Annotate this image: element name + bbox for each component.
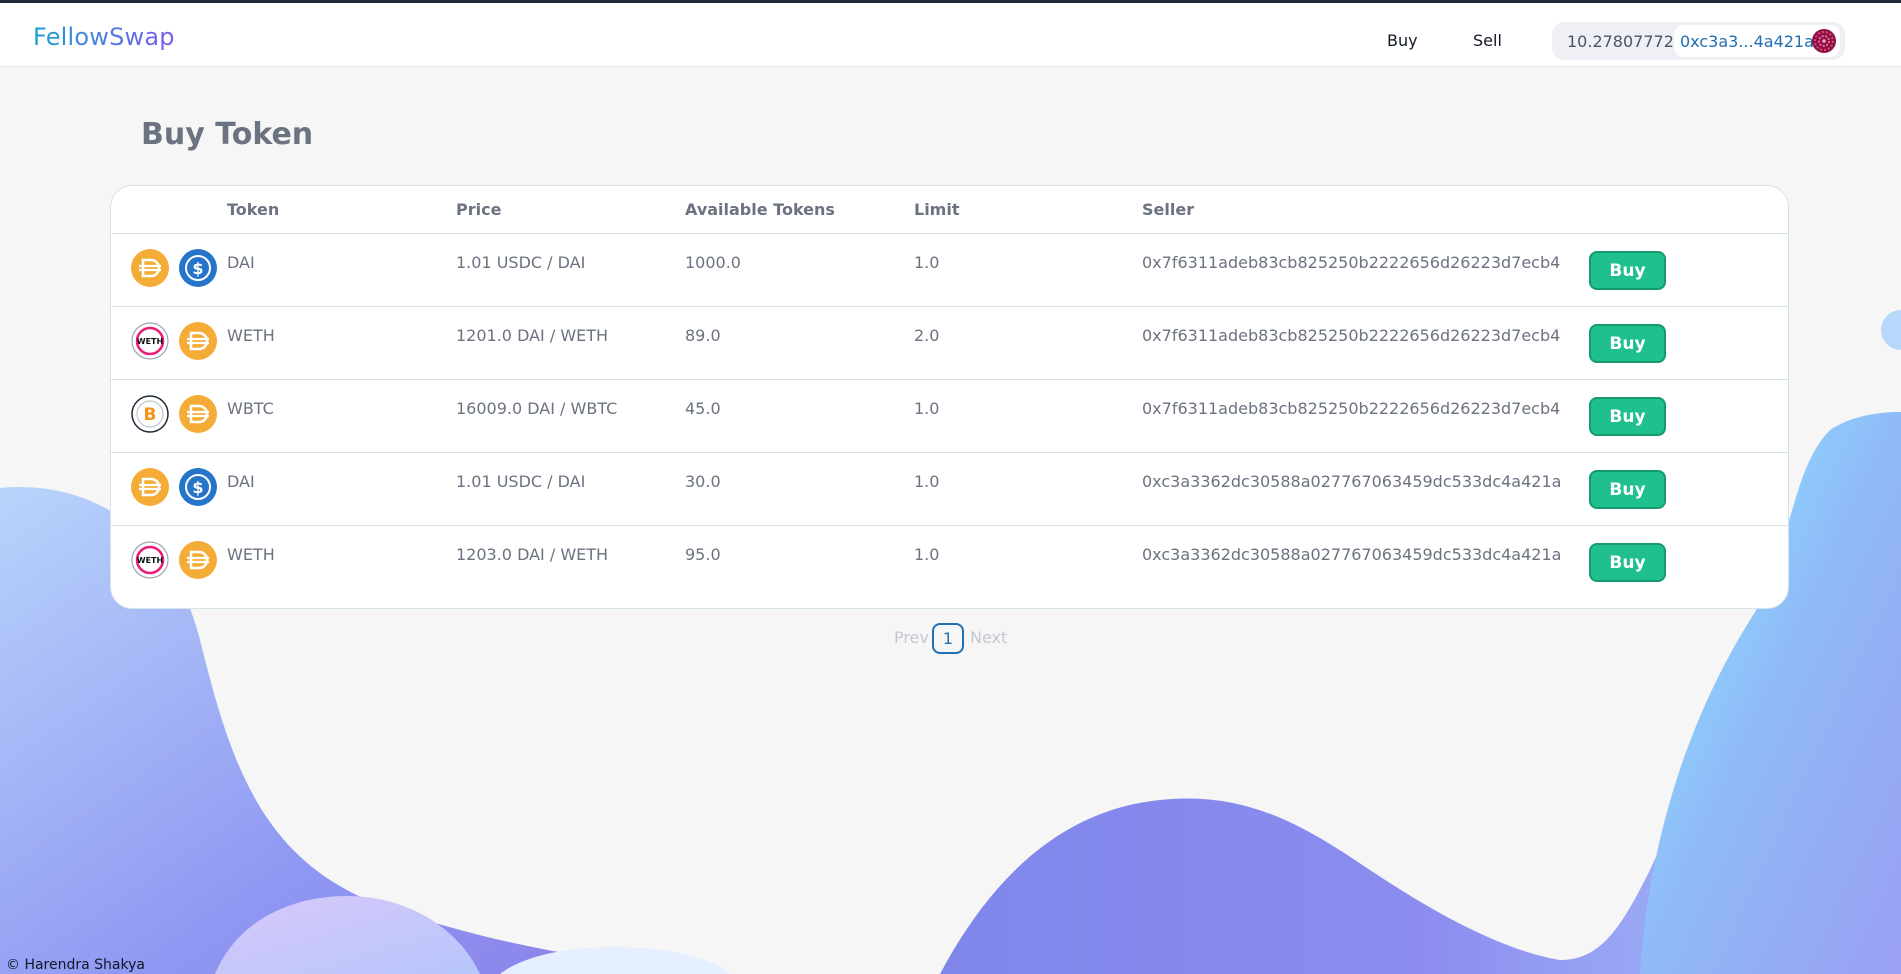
buy-button[interactable]: Buy (1589, 470, 1666, 509)
svg-text:$: $ (192, 478, 203, 497)
column-header-seller: Seller (1142, 200, 1195, 219)
token-name: DAI (227, 472, 255, 491)
available-tokens: 45.0 (685, 399, 721, 418)
token-price: 16009.0 DAI / WBTC (456, 399, 618, 418)
buy-button[interactable]: Buy (1589, 543, 1666, 582)
dai-coin-icon (131, 249, 169, 287)
top-navbar: FellowSwap Buy Sell 10.27807772 0xc3a3..… (0, 0, 1901, 67)
table-header: Token Price Available Tokens Limit Selle… (111, 186, 1788, 234)
pagination: Prev 1 Next (894, 623, 1009, 655)
token-price: 1.01 USDC / DAI (456, 253, 586, 272)
page-title: Buy Token (141, 117, 314, 152)
svg-text:$: $ (192, 259, 203, 278)
wallet-address: 0xc3a3...4a421a (1680, 32, 1814, 51)
table-row: $ DAI 1.01 USDC / DAI 30.0 1.0 0xc3a3362… (111, 453, 1788, 526)
svg-text:WETH: WETH (137, 337, 163, 346)
available-tokens: 1000.0 (685, 253, 741, 272)
column-header-token: Token (227, 200, 280, 219)
limit-value: 1.0 (914, 472, 940, 491)
buy-token-table: Token Price Available Tokens Limit Selle… (110, 185, 1789, 609)
token-name: WBTC (227, 399, 274, 418)
buy-button[interactable]: Buy (1589, 397, 1666, 436)
footer-copyright: © Harendra Shakya (6, 957, 145, 973)
wbtc-coin-icon: B (131, 395, 169, 433)
nav-sell-link[interactable]: Sell (1473, 31, 1502, 50)
dai-coin-icon (131, 468, 169, 506)
limit-value: 1.0 (914, 253, 940, 272)
wallet-avatar-icon (1812, 29, 1836, 53)
limit-value: 1.0 (914, 399, 940, 418)
table-row: WETH WETH 1203.0 DAI / WETH 95.0 1.0 0xc… (111, 526, 1788, 599)
pagination-next[interactable]: Next (970, 628, 1007, 647)
token-price: 1.01 USDC / DAI (456, 472, 586, 491)
token-price: 1201.0 DAI / WETH (456, 326, 609, 345)
limit-value: 2.0 (914, 326, 940, 345)
usdc-coin-icon: $ (179, 468, 217, 506)
seller-address: 0xc3a3362dc30588a027767063459dc533dc4a42… (1142, 472, 1562, 491)
pagination-page-current[interactable]: 1 (932, 623, 964, 654)
token-name: DAI (227, 253, 255, 272)
seller-address: 0xc3a3362dc30588a027767063459dc533dc4a42… (1142, 545, 1562, 564)
buy-button[interactable]: Buy (1589, 251, 1666, 290)
seller-address: 0x7f6311adeb83cb825250b2222656d26223d7ec… (1142, 399, 1561, 418)
available-tokens: 30.0 (685, 472, 721, 491)
wallet-widget[interactable]: 10.27807772 0xc3a3...4a421a (1552, 22, 1845, 60)
seller-address: 0x7f6311adeb83cb825250b2222656d26223d7ec… (1142, 326, 1561, 345)
dai-coin-icon (179, 541, 217, 579)
wallet-address-pill[interactable]: 0xc3a3...4a421a (1674, 25, 1840, 57)
seller-address: 0x7f6311adeb83cb825250b2222656d26223d7ec… (1142, 253, 1561, 272)
dai-coin-icon (179, 395, 217, 433)
weth-coin-icon: WETH (131, 322, 169, 360)
available-tokens: 89.0 (685, 326, 721, 345)
table-row: WETH WETH 1201.0 DAI / WETH 89.0 2.0 0x7… (111, 307, 1788, 380)
svg-text:B: B (144, 405, 157, 425)
table-row: B WBTC 16009.0 DAI / WBTC 45.0 1.0 0x7f6… (111, 380, 1788, 453)
token-price: 1203.0 DAI / WETH (456, 545, 609, 564)
table-row: $ DAI 1.01 USDC / DAI 1000.0 1.0 0x7f631… (111, 234, 1788, 307)
weth-coin-icon: WETH (131, 541, 169, 579)
limit-value: 1.0 (914, 545, 940, 564)
column-header-price: Price (456, 200, 502, 219)
buy-button[interactable]: Buy (1589, 324, 1666, 363)
usdc-coin-icon: $ (179, 249, 217, 287)
dai-coin-icon (179, 322, 217, 360)
available-tokens: 95.0 (685, 545, 721, 564)
svg-text:WETH: WETH (137, 556, 163, 565)
pagination-prev[interactable]: Prev (894, 628, 929, 647)
token-name: WETH (227, 545, 275, 564)
nav-buy-link[interactable]: Buy (1387, 31, 1418, 50)
app-logo[interactable]: FellowSwap (33, 23, 175, 51)
wallet-balance: 10.27807772 (1567, 32, 1674, 51)
token-name: WETH (227, 326, 275, 345)
column-header-limit: Limit (914, 200, 960, 219)
column-header-available: Available Tokens (685, 200, 835, 219)
